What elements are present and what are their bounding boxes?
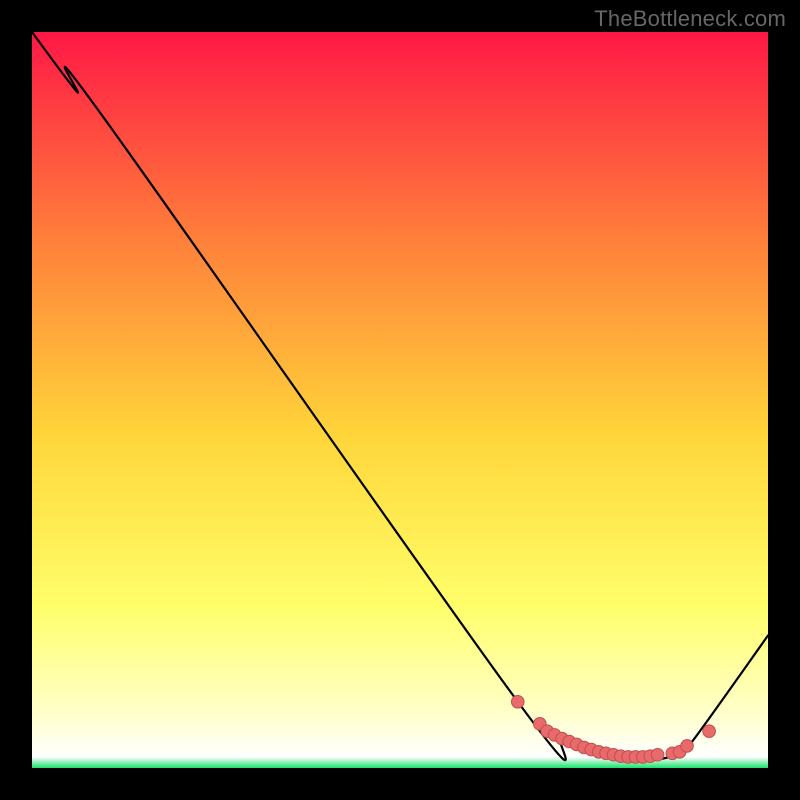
marker-point (651, 748, 664, 761)
chart-svg (32, 32, 768, 768)
marker-point (511, 695, 524, 708)
marker-point (681, 740, 694, 753)
chart-frame: TheBottleneck.com (0, 0, 800, 800)
marker-point (703, 725, 716, 738)
watermark-text: TheBottleneck.com (594, 6, 786, 32)
gradient-background (32, 32, 768, 768)
plot-area (32, 32, 768, 768)
